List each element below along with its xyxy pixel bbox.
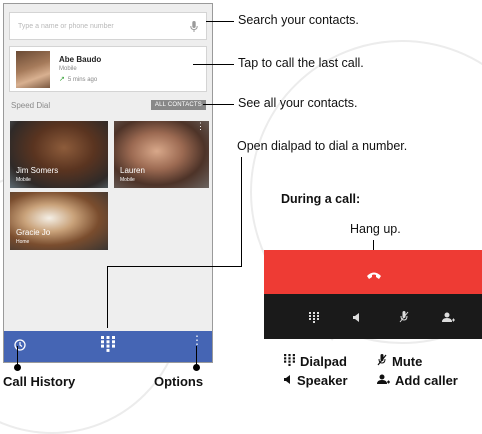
legend-speaker-label: Speaker (297, 373, 348, 388)
hang-up-button[interactable] (264, 250, 482, 294)
tile-type: Mobile (120, 177, 135, 183)
mute-icon[interactable] (399, 310, 409, 328)
tile-type: Mobile (16, 177, 31, 183)
search-input[interactable]: Type a name or phone number (9, 12, 207, 40)
add-caller-icon[interactable] (442, 310, 455, 328)
recent-contact-name: Abe Baudo (59, 55, 102, 64)
legend-add-caller-label: Add caller (395, 373, 458, 388)
callout-line (241, 157, 242, 267)
callout-search: Search your contacts. (238, 13, 359, 27)
dialpad-icon[interactable] (309, 310, 319, 328)
all-contacts-button[interactable]: ALL CONTACTS (150, 100, 206, 110)
phone-screen: Type a name or phone number Abe Baudo Mo… (3, 3, 213, 363)
legend-add-caller: Add caller (377, 373, 458, 388)
in-call-controls (264, 294, 482, 339)
callout-dot (14, 364, 21, 371)
more-options-icon[interactable]: ⋮ (196, 122, 205, 131)
recent-call-time: 5 mins ago (67, 77, 98, 83)
callout-all-contacts: See all your contacts. (238, 96, 358, 110)
callout-line (107, 266, 242, 267)
recent-contact-type: Mobile (59, 66, 77, 72)
add-caller-icon (377, 373, 390, 388)
dialpad-icon[interactable] (101, 336, 115, 357)
speed-dial-label: Speed Dial (11, 101, 51, 110)
hang-up-icon (366, 267, 382, 285)
callout-line (206, 21, 234, 22)
tile-type: Home (16, 239, 30, 245)
speed-dial-tile[interactable]: Gracie Jo Home (10, 192, 108, 250)
options-label: Options (154, 374, 204, 389)
call-history-label: Call History (3, 374, 76, 389)
dialpad-icon (284, 354, 295, 369)
speed-dial-tile[interactable]: ⋮ Lauren Mobile (114, 121, 209, 188)
during-call-title: During a call: (281, 192, 361, 206)
legend-mute-label: Mute (392, 354, 423, 369)
legend-speaker: Speaker (284, 373, 348, 388)
recent-call-card[interactable]: Abe Baudo Mobile ↗ 5 mins ago (9, 46, 207, 92)
speaker-icon[interactable] (353, 310, 361, 328)
more-options-icon[interactable]: ⋮ (191, 334, 203, 346)
speed-dial-tile[interactable]: Jim Somers Mobile (10, 121, 108, 188)
clock-icon[interactable] (14, 338, 26, 356)
search-placeholder: Type a name or phone number (18, 22, 114, 30)
hang-up-label: Hang up. (350, 222, 401, 236)
callout-line (107, 266, 108, 328)
avatar (16, 51, 50, 88)
legend-mute: Mute (377, 354, 422, 369)
mic-icon[interactable] (190, 20, 198, 32)
tile-name: Gracie Jo (16, 228, 51, 237)
tile-name: Lauren (120, 166, 145, 175)
recent-call-time-row: ↗ 5 mins ago (59, 75, 97, 83)
callout-last-call: Tap to call the last call. (238, 56, 364, 70)
missed-call-arrow-icon: ↗ (59, 76, 65, 83)
tile-name: Jim Somers (16, 166, 59, 175)
legend-dialpad-label: Dialpad (300, 354, 347, 369)
mute-icon (377, 354, 387, 369)
callout-line (193, 64, 234, 65)
speaker-icon (284, 373, 292, 388)
bottom-nav-bar: ⋮ (4, 331, 212, 362)
callout-line (203, 104, 234, 105)
callout-dialpad: Open dialpad to dial a number. (237, 139, 408, 153)
legend-dialpad: Dialpad (284, 354, 347, 369)
callout-dot (193, 364, 200, 371)
